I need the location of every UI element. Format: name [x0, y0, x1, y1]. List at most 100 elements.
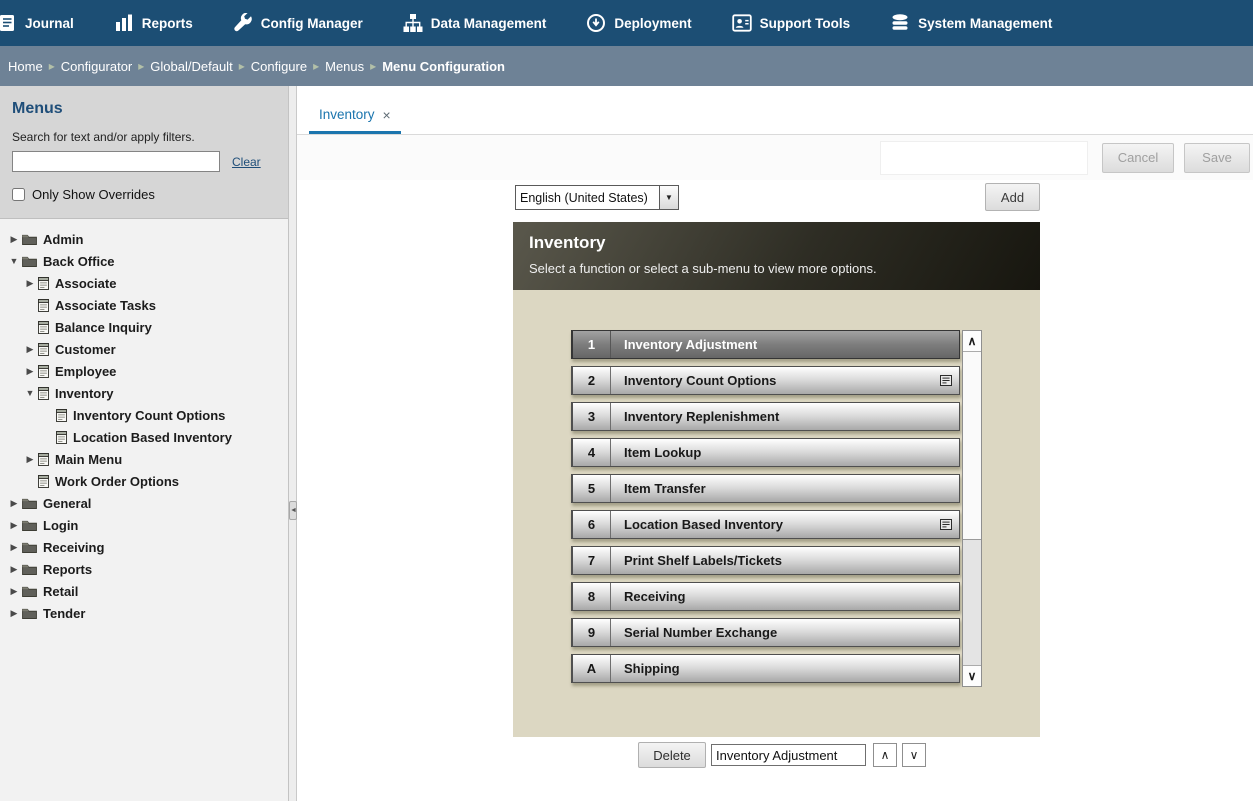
- chevron-right-icon[interactable]: ▶: [22, 454, 38, 465]
- tab-inventory[interactable]: Inventory ×: [309, 98, 401, 134]
- nav-item-config-manager[interactable]: Config Manager: [233, 13, 363, 33]
- menu-item-label: Print Shelf Labels/Tickets: [624, 553, 782, 568]
- tree-item-general[interactable]: ▶ General: [0, 492, 288, 514]
- top-nav: Journal Reports Config Manager Data Mana…: [0, 0, 1253, 46]
- language-select[interactable]: English (United States) ▼: [515, 185, 679, 210]
- tree-item-login[interactable]: ▶ Login: [0, 514, 288, 536]
- chevron-right-icon[interactable]: ▶: [6, 586, 22, 597]
- document-icon: [38, 321, 49, 334]
- nav-item-system-management[interactable]: System Management: [890, 13, 1052, 33]
- breadcrumb-configure[interactable]: Configure: [245, 59, 313, 74]
- tree-item-location-based-inventory[interactable]: Location Based Inventory: [0, 426, 288, 448]
- clear-link[interactable]: Clear: [232, 155, 261, 169]
- cancel-button[interactable]: Cancel: [1102, 142, 1174, 173]
- chevron-right-icon[interactable]: ▶: [6, 520, 22, 531]
- collapse-sidebar-icon[interactable]: ◄: [289, 501, 297, 520]
- chevron-right-icon[interactable]: ▶: [6, 542, 22, 553]
- scrollbar-thumb[interactable]: [963, 352, 981, 540]
- menu-item-number: 6: [573, 511, 611, 538]
- menu-item-shipping[interactable]: A Shipping: [571, 654, 960, 683]
- nav-label: Reports: [141, 15, 193, 31]
- scroll-up-icon[interactable]: ∧: [963, 331, 981, 352]
- chevron-right-icon[interactable]: ▶: [6, 564, 22, 575]
- save-button[interactable]: Save: [1184, 142, 1250, 173]
- sidebar-splitter[interactable]: ◄: [288, 86, 297, 801]
- folder-icon: [22, 233, 37, 245]
- tree-item-associate-tasks[interactable]: Associate Tasks: [0, 294, 288, 316]
- nav-item-journal[interactable]: Journal: [0, 13, 74, 33]
- menu-item-location-based-inventory[interactable]: 6 Location Based Inventory: [571, 510, 960, 539]
- chevron-right-icon[interactable]: ▶: [22, 366, 38, 377]
- menu-item-number: A: [573, 655, 611, 682]
- chevron-right-icon[interactable]: ▶: [6, 234, 22, 245]
- tab-strip: Inventory ×: [297, 86, 1253, 135]
- tree-item-balance-inquiry[interactable]: Balance Inquiry: [0, 316, 288, 338]
- tree-item-label: Main Menu: [55, 451, 123, 467]
- chevron-down-icon[interactable]: ▼: [6, 256, 22, 266]
- tree-item-retail[interactable]: ▶ Retail: [0, 580, 288, 602]
- chevron-right-icon[interactable]: ▶: [6, 498, 22, 509]
- tree-item-back-office[interactable]: ▼ Back Office: [0, 250, 288, 272]
- tree-item-admin[interactable]: ▶ Admin: [0, 228, 288, 250]
- add-button[interactable]: Add: [985, 183, 1040, 211]
- tree-item-inventory[interactable]: ▼ Inventory: [0, 382, 288, 404]
- menu-item-item-transfer[interactable]: 5 Item Transfer: [571, 474, 960, 503]
- search-input[interactable]: [12, 151, 220, 172]
- language-select-value: English (United States): [520, 190, 648, 205]
- menu-item-print-shelf-labels[interactable]: 7 Print Shelf Labels/Tickets: [571, 546, 960, 575]
- only-show-overrides-checkbox[interactable]: [12, 188, 25, 201]
- chevron-right-icon[interactable]: ▶: [22, 344, 38, 355]
- nav-item-reports[interactable]: Reports: [114, 14, 193, 32]
- database-icon: [890, 13, 910, 33]
- tree-item-label: Balance Inquiry: [55, 319, 152, 335]
- tree-item-label: Customer: [55, 341, 116, 357]
- chevron-down-icon[interactable]: ▼: [22, 388, 38, 398]
- chevron-right-icon[interactable]: ▶: [22, 278, 38, 289]
- tree-item-associate[interactable]: ▶ Associate: [0, 272, 288, 294]
- tree-item-reports[interactable]: ▶ Reports: [0, 558, 288, 580]
- folder-icon: [22, 255, 37, 267]
- delete-button[interactable]: Delete: [638, 742, 706, 768]
- menu-item-serial-number-exchange[interactable]: 9 Serial Number Exchange: [571, 618, 960, 647]
- preview-scrollbar[interactable]: ∧ ∨: [962, 330, 982, 687]
- selected-item-input[interactable]: [711, 744, 866, 766]
- tree-item-customer[interactable]: ▶ Customer: [0, 338, 288, 360]
- tree-item-inventory-count-options[interactable]: Inventory Count Options: [0, 404, 288, 426]
- tree-item-employee[interactable]: ▶ Employee: [0, 360, 288, 382]
- tree-item-receiving[interactable]: ▶ Receiving: [0, 536, 288, 558]
- menu-item-number: 5: [573, 475, 611, 502]
- move-up-button[interactable]: ∧: [873, 743, 897, 767]
- tree-item-label: Admin: [43, 231, 84, 247]
- folder-icon: [22, 585, 37, 597]
- preview-title: Inventory: [529, 233, 606, 252]
- document-icon: [56, 409, 67, 422]
- folder-icon: [22, 607, 37, 619]
- menu-item-inventory-replenishment[interactable]: 3 Inventory Replenishment: [571, 402, 960, 431]
- breadcrumb-configurator[interactable]: Configurator: [55, 59, 139, 74]
- breadcrumb-global-default[interactable]: Global/Default: [144, 59, 238, 74]
- scroll-down-icon[interactable]: ∨: [963, 665, 981, 686]
- tree-item-label: Employee: [55, 363, 117, 379]
- tab-close-icon[interactable]: ×: [383, 108, 391, 122]
- nav-item-deployment[interactable]: Deployment: [586, 13, 692, 33]
- menu-item-receiving[interactable]: 8 Receiving: [571, 582, 960, 611]
- tree-item-label: Retail: [43, 583, 79, 599]
- tree-item-work-order-options[interactable]: Work Order Options: [0, 470, 288, 492]
- breadcrumb-menus[interactable]: Menus: [319, 59, 370, 74]
- nav-item-data-management[interactable]: Data Management: [403, 13, 546, 33]
- select-dropdown-arrow-icon[interactable]: ▼: [659, 186, 678, 209]
- menu-item-inventory-count-options[interactable]: 2 Inventory Count Options: [571, 366, 960, 395]
- tree-item-tender[interactable]: ▶ Tender: [0, 602, 288, 624]
- preview-menu-list: 1 Inventory Adjustment 2 Inventory Count…: [571, 330, 960, 690]
- menu-item-number: 2: [573, 367, 611, 394]
- menu-item-item-lookup[interactable]: 4 Item Lookup: [571, 438, 960, 467]
- nav-item-support-tools[interactable]: Support Tools: [732, 13, 850, 33]
- menu-item-number: 3: [573, 403, 611, 430]
- scrollbar-track[interactable]: [963, 352, 981, 665]
- move-down-button[interactable]: ∨: [902, 743, 926, 767]
- menu-item-inventory-adjustment[interactable]: 1 Inventory Adjustment: [571, 330, 960, 359]
- menu-item-label: Item Transfer: [624, 481, 706, 496]
- chevron-right-icon[interactable]: ▶: [6, 608, 22, 619]
- tree-item-main-menu[interactable]: ▶ Main Menu: [0, 448, 288, 470]
- breadcrumb-home[interactable]: Home: [2, 59, 49, 74]
